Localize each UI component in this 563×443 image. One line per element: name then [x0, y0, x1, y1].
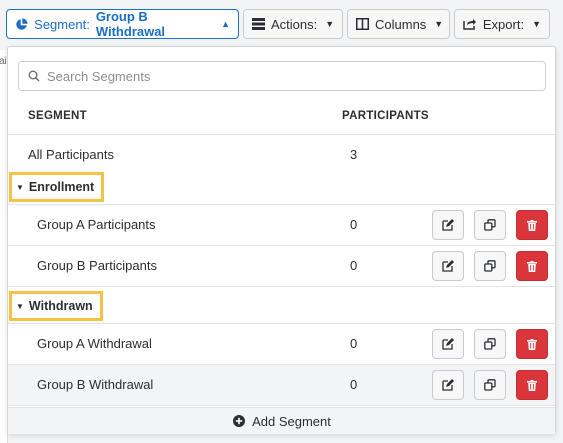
caret-down-icon: ▼: [16, 182, 24, 192]
edit-icon: [441, 378, 455, 392]
add-segment-label: Add Segment: [252, 413, 331, 429]
segment-name: All Participants: [28, 147, 114, 162]
segment-row-group-a-withdrawal[interactable]: Group A Withdrawal 0: [8, 324, 555, 365]
pie-chart-icon: [15, 17, 28, 31]
caret-down-icon: ▼: [434, 18, 444, 29]
search-input[interactable]: [47, 68, 527, 84]
search-box: [18, 61, 546, 91]
copy-icon: [483, 378, 497, 392]
add-segment-button[interactable]: Add Segment: [8, 407, 555, 434]
segment-label: Segment:: [34, 16, 90, 32]
participants-column-header: PARTICIPANTS: [342, 110, 429, 122]
background-text-fragment: ai: [0, 56, 7, 67]
edit-segment-button[interactable]: [432, 210, 464, 240]
caret-down-icon: ▼: [16, 301, 24, 311]
segment-value: Group B Withdrawal: [95, 9, 166, 39]
edit-segment-button[interactable]: [432, 251, 464, 281]
copy-segment-button[interactable]: [474, 210, 506, 240]
toolbar: Segment: Group B Withdrawal ▲ Actions: ▼…: [0, 0, 563, 48]
segment-row-group-a-participants[interactable]: Group A Participants 0: [8, 205, 555, 246]
participant-count: 3: [350, 147, 358, 162]
segment-column-header: SEGMENT: [28, 110, 87, 122]
edit-segment-button[interactable]: [432, 370, 464, 400]
trash-icon: [525, 337, 539, 351]
copy-segment-button[interactable]: [474, 329, 506, 359]
export-icon: [463, 17, 477, 31]
caret-up-icon: ▲: [221, 18, 230, 29]
table-header: SEGMENT PARTICIPANTS: [8, 99, 555, 135]
copy-segment-button[interactable]: [474, 370, 506, 400]
actions-label: Actions:: [271, 16, 318, 32]
edit-icon: [441, 259, 455, 273]
delete-segment-button[interactable]: [516, 370, 548, 400]
participant-count: 0: [350, 258, 358, 273]
group-label: Enrollment: [28, 180, 95, 194]
segment-dropdown[interactable]: Segment: Group B Withdrawal ▲: [6, 9, 239, 39]
segment-name: Group B Participants: [37, 258, 157, 273]
edit-segment-button[interactable]: [432, 329, 464, 359]
segment-name: Group B Withdrawal: [37, 377, 154, 392]
segment-dropdown-panel: SEGMENT PARTICIPANTS All Participants 3 …: [7, 46, 556, 434]
columns-dropdown[interactable]: Columns ▼: [347, 9, 450, 39]
delete-segment-button[interactable]: [516, 329, 548, 359]
copy-icon: [483, 337, 497, 351]
actions-dropdown[interactable]: Actions: ▼: [243, 9, 343, 39]
columns-label: Columns: [375, 16, 427, 32]
segment-row-group-b-withdrawal[interactable]: Group B Withdrawal 0: [8, 365, 555, 406]
trash-icon: [525, 259, 539, 273]
group-row-enrollment: ▼ Enrollment: [8, 168, 555, 205]
export-label: Export:: [482, 16, 525, 32]
copy-segment-button[interactable]: [474, 251, 506, 281]
trash-icon: [525, 378, 539, 392]
copy-icon: [483, 259, 497, 273]
segment-row-group-b-participants[interactable]: Group B Participants 0: [8, 246, 555, 287]
columns-icon: [356, 17, 369, 31]
search-icon: [27, 69, 41, 83]
list-icon: [252, 17, 265, 31]
edit-icon: [441, 337, 455, 351]
participant-count: 0: [350, 217, 358, 232]
copy-icon: [483, 218, 497, 232]
segment-name: Group A Withdrawal: [37, 336, 152, 351]
trash-icon: [525, 218, 539, 232]
export-dropdown[interactable]: Export: ▼: [454, 9, 550, 39]
delete-segment-button[interactable]: [516, 210, 548, 240]
group-row-withdrawn: ▼ Withdrawn: [8, 287, 555, 324]
caret-down-icon: ▼: [325, 18, 335, 29]
delete-segment-button[interactable]: [516, 251, 548, 281]
participant-count: 0: [350, 377, 358, 392]
caret-down-icon: ▼: [532, 18, 541, 29]
group-toggle-withdrawn[interactable]: ▼ Withdrawn: [9, 291, 103, 321]
plus-circle-icon: [232, 414, 246, 428]
edit-icon: [441, 218, 455, 232]
group-toggle-enrollment[interactable]: ▼ Enrollment: [9, 172, 105, 202]
segment-name: Group A Participants: [37, 217, 156, 232]
group-label: Withdrawn: [28, 299, 93, 313]
participant-count: 0: [350, 336, 358, 351]
